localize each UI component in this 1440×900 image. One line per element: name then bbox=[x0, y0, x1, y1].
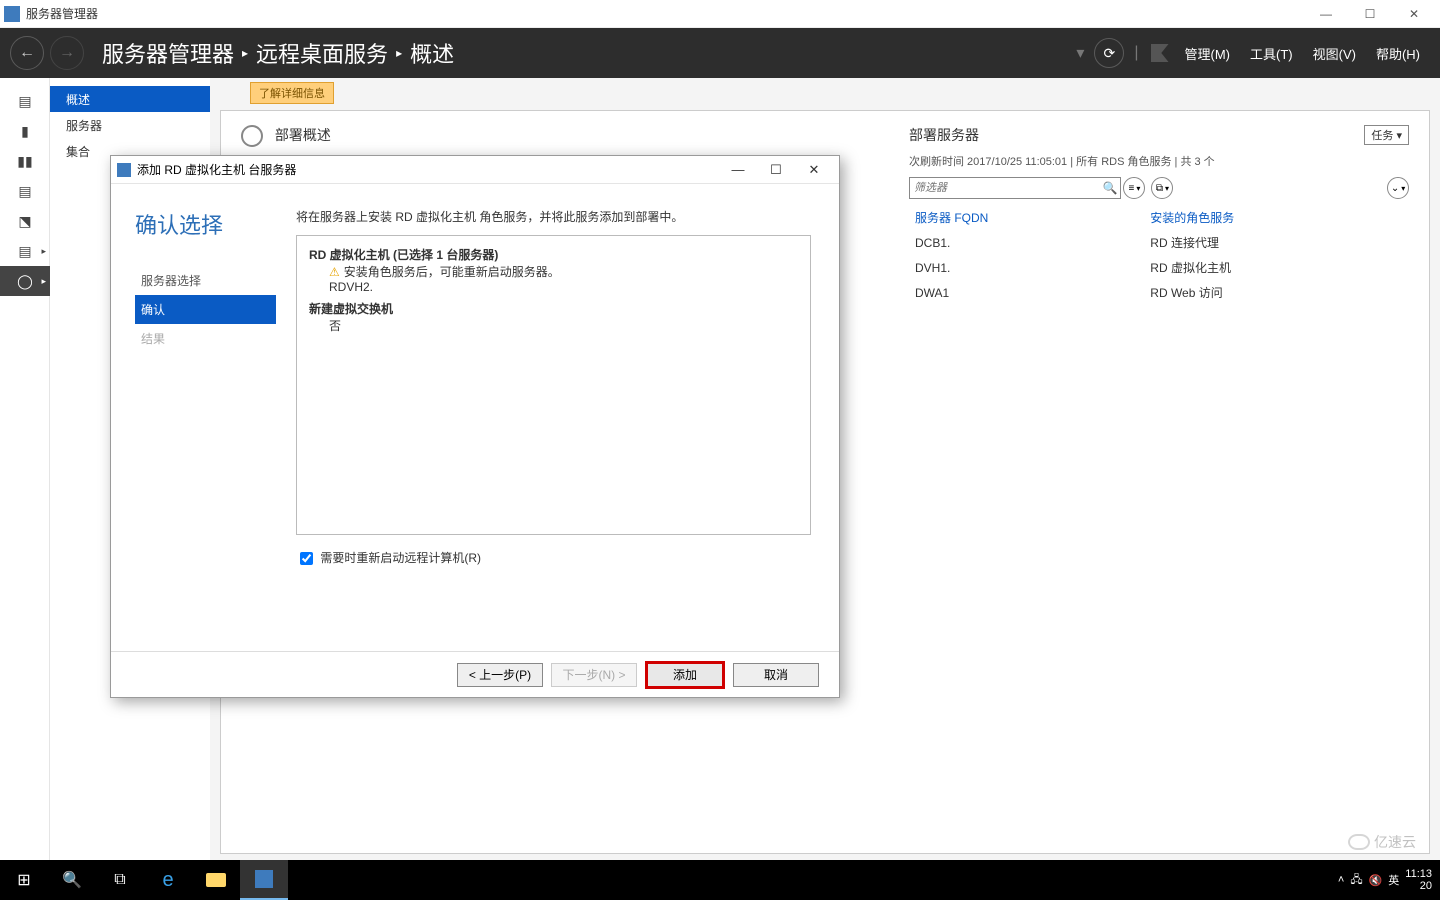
iconbar-rds[interactable]: ◯▸ bbox=[0, 266, 50, 296]
nav-overview[interactable]: 概述 bbox=[50, 86, 210, 112]
menu-tools[interactable]: 工具(T) bbox=[1250, 44, 1293, 63]
task-view-button[interactable]: ⧉ bbox=[96, 860, 144, 900]
watermark: 亿速云 bbox=[1348, 832, 1416, 852]
menu-view[interactable]: 视图(V) bbox=[1313, 44, 1356, 63]
tray-chevron-icon[interactable]: ˄ bbox=[1338, 874, 1344, 886]
iconbar-item[interactable]: ▤▸ bbox=[0, 236, 50, 266]
bc-page[interactable]: 概述 bbox=[410, 37, 454, 69]
info-banner[interactable]: 了解详细信息 bbox=[250, 82, 334, 104]
warning-icon: ⚠ bbox=[329, 265, 340, 279]
iconbar-item[interactable]: ▤ bbox=[0, 176, 50, 206]
add-rd-host-dialog: 添加 RD 虚拟化主机 台服务器 — ☐ ✕ 确认选择 服务器选择 确认 结果 … bbox=[110, 155, 840, 698]
menu-manage[interactable]: 管理(M) bbox=[1185, 44, 1231, 63]
filter-input[interactable] bbox=[909, 177, 1121, 199]
window-title: 服务器管理器 bbox=[26, 5, 98, 22]
servers-table: 服务器 FQDN 安装的角色服务 DCB1.RD 连接代理 DVH1.RD 虚拟… bbox=[909, 205, 1409, 305]
summary-restart-warning: 安装角色服务后，可能重新启动服务器。 bbox=[344, 265, 560, 279]
menu-help[interactable]: 帮助(H) bbox=[1376, 44, 1420, 63]
col-fqdn[interactable]: 服务器 FQDN bbox=[909, 205, 1144, 230]
table-row: DVH1.RD 虚拟化主机 bbox=[909, 255, 1409, 280]
back-button[interactable]: ← bbox=[10, 36, 44, 70]
dialog-maximize[interactable]: ☐ bbox=[757, 157, 795, 183]
step-confirm[interactable]: 确认 bbox=[135, 295, 276, 324]
left-icon-bar: ▤ ▮ ▮▮ ▤ ⬔ ▤▸ ◯▸ bbox=[0, 78, 50, 860]
dialog-intro: 将在服务器上安装 RD 虚拟化主机 角色服务，并将此服务添加到部署中。 bbox=[296, 208, 811, 225]
dialog-close[interactable]: ✕ bbox=[795, 157, 833, 183]
dialog-titlebar[interactable]: 添加 RD 虚拟化主机 台服务器 — ☐ ✕ bbox=[111, 156, 839, 184]
tray-volume-icon[interactable]: 🔇 bbox=[1369, 874, 1383, 887]
forward-button[interactable]: → bbox=[50, 36, 84, 70]
chevron-right-icon: ▸ bbox=[242, 46, 248, 60]
iconbar-local-server[interactable]: ▮ bbox=[0, 116, 50, 146]
deployment-servers-title: 部署服务器 任务 bbox=[909, 125, 1409, 145]
expand-button[interactable]: ⌄ bbox=[1387, 177, 1409, 199]
summary-role-heading: RD 虚拟化主机 (已选择 1 台服务器) bbox=[309, 246, 798, 263]
taskbar: ⊞ 🔍 ⧉ e ˄ 🖧 🔇 英 11:13 20 bbox=[0, 860, 1440, 900]
dialog-heading: 确认选择 bbox=[135, 208, 276, 240]
minimize-button[interactable]: — bbox=[1304, 0, 1348, 28]
server-manager-taskbar-icon[interactable] bbox=[240, 860, 288, 900]
tray-ime[interactable]: 英 bbox=[1388, 872, 1399, 888]
search-button[interactable]: 🔍 bbox=[48, 860, 96, 900]
dialog-title: 添加 RD 虚拟化主机 台服务器 bbox=[137, 161, 296, 178]
watermark-logo-icon bbox=[1348, 834, 1370, 850]
close-button[interactable]: ✕ bbox=[1392, 0, 1436, 28]
nav-servers[interactable]: 服务器 bbox=[50, 112, 210, 138]
confirmation-summary: RD 虚拟化主机 (已选择 1 台服务器) ⚠ 安装角色服务后，可能重新启动服务器… bbox=[296, 235, 811, 535]
tasks-dropdown[interactable]: 任务 bbox=[1364, 125, 1409, 145]
bc-section[interactable]: 远程桌面服务 bbox=[256, 37, 388, 69]
dropdown-icon[interactable]: ▾ bbox=[1076, 43, 1084, 63]
app-icon bbox=[4, 6, 20, 22]
view-list-button[interactable]: ≡ bbox=[1123, 177, 1145, 199]
iconbar-item[interactable]: ⬔ bbox=[0, 206, 50, 236]
system-tray[interactable]: ˄ 🖧 🔇 英 11:13 20 bbox=[1338, 868, 1440, 892]
app-header: ← → 服务器管理器 ▸ 远程桌面服务 ▸ 概述 ▾ ⟳ | 管理(M) 工具(… bbox=[0, 28, 1440, 78]
ie-taskbar-icon[interactable]: e bbox=[144, 860, 192, 900]
iconbar-all-servers[interactable]: ▮▮ bbox=[0, 146, 50, 176]
summary-vswitch-value: 否 bbox=[329, 317, 798, 334]
iconbar-dashboard[interactable]: ▤ bbox=[0, 86, 50, 116]
tray-date[interactable]: 20 bbox=[1420, 880, 1432, 892]
maximize-button[interactable]: ☐ bbox=[1348, 0, 1392, 28]
step-server-selection[interactable]: 服务器选择 bbox=[135, 266, 276, 295]
restart-checkbox[interactable] bbox=[300, 552, 313, 565]
dialog-icon bbox=[117, 163, 131, 177]
search-icon[interactable]: 🔍 bbox=[1103, 181, 1118, 195]
cancel-button[interactable]: 取消 bbox=[733, 663, 819, 687]
chevron-right-icon: ▸ bbox=[396, 46, 402, 60]
dialog-footer: < 上一步(P) 下一步(N) > 添加 取消 bbox=[111, 651, 839, 697]
restart-checkbox-label[interactable]: 需要时重新启动远程计算机(R) bbox=[320, 551, 481, 565]
prev-button[interactable]: < 上一步(P) bbox=[457, 663, 543, 687]
start-button[interactable]: ⊞ bbox=[0, 860, 48, 900]
tray-network-icon[interactable]: 🖧 bbox=[1350, 871, 1362, 890]
window-titlebar: 服务器管理器 — ☐ ✕ bbox=[0, 0, 1440, 28]
add-button[interactable]: 添加 bbox=[645, 661, 725, 689]
restart-checkbox-row: 需要时重新启动远程计算机(R) bbox=[296, 549, 811, 568]
view-grid-button[interactable]: ⧉ bbox=[1151, 177, 1173, 199]
col-role[interactable]: 安装的角色服务 bbox=[1144, 205, 1409, 230]
bc-root[interactable]: 服务器管理器 bbox=[102, 37, 234, 69]
explorer-taskbar-icon[interactable] bbox=[192, 860, 240, 900]
table-row: DWA1RD Web 访问 bbox=[909, 280, 1409, 305]
next-button: 下一步(N) > bbox=[551, 663, 637, 687]
summary-server-name: RDVH2. bbox=[329, 280, 798, 294]
summary-vswitch-heading: 新建虚拟交换机 bbox=[309, 300, 798, 317]
notifications-icon[interactable] bbox=[1151, 44, 1169, 62]
tray-time[interactable]: 11:13 bbox=[1405, 868, 1432, 880]
table-row: DCB1.RD 连接代理 bbox=[909, 230, 1409, 255]
dialog-minimize[interactable]: — bbox=[719, 157, 757, 183]
breadcrumb: 服务器管理器 ▸ 远程桌面服务 ▸ 概述 bbox=[102, 37, 454, 69]
step-results: 结果 bbox=[135, 324, 276, 353]
refresh-button[interactable]: ⟳ bbox=[1094, 38, 1124, 68]
status-text: 次刷新时间 2017/10/25 11:05:01 | 所有 RDS 角色服务 … bbox=[909, 153, 1409, 169]
section-icon bbox=[241, 125, 263, 147]
deployment-overview-title: 部署概述 bbox=[241, 125, 879, 147]
